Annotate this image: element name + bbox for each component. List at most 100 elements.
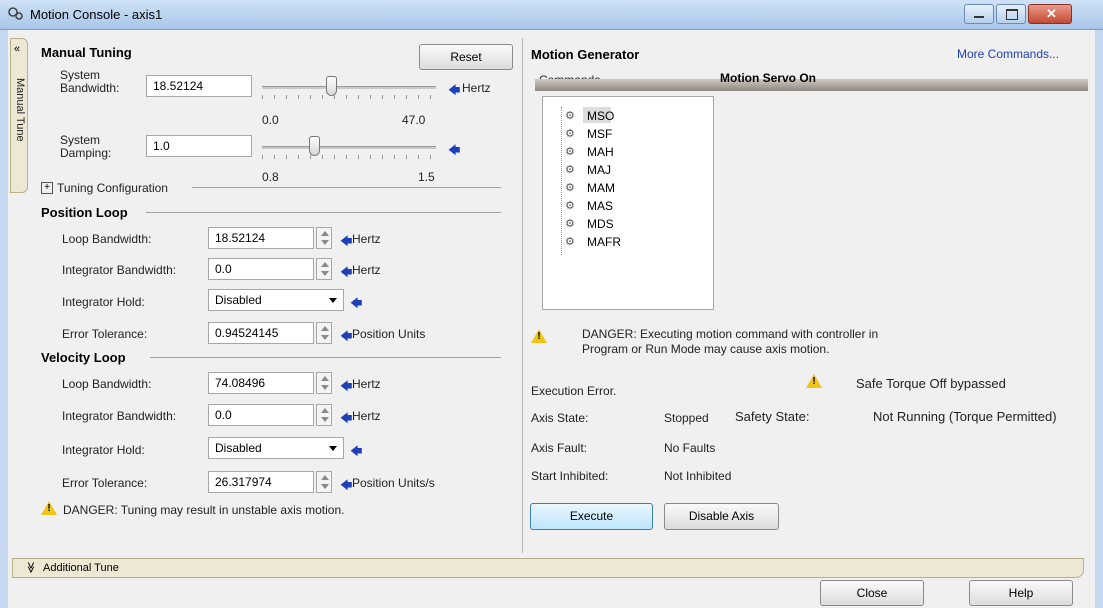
position-loop-bandwidth-unit: Hertz — [352, 232, 381, 246]
velocity-loop-bandwidth-input[interactable]: 74.08496 — [208, 372, 314, 394]
maximize-button[interactable] — [996, 4, 1026, 24]
chevron-down-icon — [329, 298, 337, 303]
position-integrator-hold-value: Disabled — [215, 293, 262, 307]
commands-tree[interactable]: ⚙ MSO ⚙ MSF ⚙ MAH ⚙ MAJ ⚙ MAM ⚙ MAS ⚙ MD… — [542, 96, 714, 310]
position-error-tolerance-input[interactable]: 0.94524145 — [208, 322, 314, 344]
arrow-icon: 🡄 — [448, 83, 461, 97]
position-integrator-hold-select[interactable]: Disabled — [208, 289, 344, 311]
collapse-icon[interactable]: « — [14, 43, 20, 55]
position-integrator-bandwidth-unit: Hertz — [352, 263, 381, 277]
command-item-mah[interactable]: MAH — [587, 145, 614, 159]
arrow-icon: 🡄 — [340, 265, 353, 279]
panel-divider — [522, 38, 523, 553]
expand-icon[interactable]: + — [41, 182, 53, 194]
window-frame-right — [1095, 30, 1103, 608]
velocity-error-tolerance-label: Error Tolerance: — [62, 476, 148, 490]
maximize-icon — [1006, 9, 1018, 20]
minimize-icon — [974, 16, 984, 18]
tree-line — [561, 107, 563, 255]
expand-down-icon: ≫ — [24, 561, 37, 574]
command-item-mds[interactable]: MDS — [587, 217, 614, 231]
system-bandwidth-input[interactable]: 18.52124 — [146, 75, 252, 97]
additional-tune-tab[interactable]: ≫ Additional Tune — [12, 558, 1084, 578]
velocity-error-tolerance-spinner[interactable] — [316, 471, 332, 493]
help-button[interactable]: Help — [969, 580, 1073, 606]
divider — [146, 212, 501, 213]
velocity-integrator-bandwidth-spinner[interactable] — [316, 404, 332, 426]
reset-button[interactable]: Reset — [419, 44, 513, 70]
command-item-mso[interactable]: MSO — [587, 109, 614, 123]
divider — [192, 187, 501, 188]
disable-axis-button[interactable]: Disable Axis — [664, 503, 779, 530]
command-icon: ⚙ — [565, 200, 575, 212]
safe-torque-text: Safe Torque Off bypassed — [856, 376, 1006, 391]
damping-max-label: 1.5 — [418, 170, 435, 184]
manual-tuning-header: Manual Tuning — [41, 45, 132, 60]
command-item-maj[interactable]: MAJ — [587, 163, 611, 177]
velocity-integrator-hold-label: Integrator Hold: — [62, 443, 145, 457]
command-item-mafr[interactable]: MAFR — [587, 235, 621, 249]
manual-tune-side-tab[interactable]: « Manual Tune — [10, 38, 28, 193]
close-icon: ✕ — [1046, 6, 1057, 21]
window-frame-left — [0, 30, 8, 608]
position-loop-header: Position Loop — [41, 205, 128, 220]
command-icon: ⚙ — [565, 110, 575, 122]
more-commands-link[interactable]: More Commands... — [957, 47, 1059, 61]
bandwidth-min-label: 0.0 — [262, 113, 279, 127]
velocity-integrator-bandwidth-input[interactable]: 0.0 — [208, 404, 314, 426]
motion-danger-text: DANGER: Executing motion command with co… — [582, 327, 879, 356]
chevron-down-icon — [329, 446, 337, 451]
command-item-msf[interactable]: MSF — [587, 127, 612, 141]
execute-button[interactable]: Execute — [530, 503, 653, 530]
arrow-icon: 🡄 — [340, 379, 353, 393]
velocity-integrator-hold-select[interactable]: Disabled — [208, 437, 344, 459]
arrow-icon: 🡄 — [340, 234, 353, 248]
system-damping-slider-track[interactable] — [262, 146, 436, 149]
velocity-loop-header: Velocity Loop — [41, 350, 126, 365]
position-error-tolerance-label: Error Tolerance: — [62, 327, 148, 341]
system-damping-slider-ticks — [262, 155, 436, 159]
warning-icon: ! — [41, 501, 57, 515]
close-button[interactable]: Close — [820, 580, 924, 606]
arrow-icon: 🡄 — [350, 444, 363, 458]
system-damping-input[interactable]: 1.0 — [146, 135, 252, 157]
title-bar — [0, 0, 1103, 30]
motion-console-icon — [8, 6, 24, 22]
velocity-error-tolerance-input[interactable]: 26.317974 — [208, 471, 314, 493]
tuning-configuration-link[interactable]: Tuning Configuration — [57, 181, 168, 195]
divider — [150, 357, 501, 358]
position-loop-bandwidth-spinner[interactable] — [316, 227, 332, 249]
axis-fault-label: Axis Fault: — [531, 441, 588, 455]
safety-state-label: Safety State: — [735, 409, 810, 424]
additional-tune-label: Additional Tune — [43, 562, 119, 574]
velocity-error-tolerance-unit: Position Units/s — [352, 476, 435, 490]
position-integrator-bandwidth-input[interactable]: 0.0 — [208, 258, 314, 280]
execution-error-label: Execution Error. — [531, 384, 617, 398]
start-inhibited-label: Start Inhibited: — [531, 469, 609, 483]
position-loop-bandwidth-input[interactable]: 18.52124 — [208, 227, 314, 249]
velocity-loop-bandwidth-unit: Hertz — [352, 377, 381, 391]
arrow-icon: 🡄 — [350, 296, 363, 310]
axis-state-value: Stopped — [664, 411, 709, 425]
arrow-icon: 🡄 — [340, 411, 353, 425]
command-icon: ⚙ — [565, 128, 575, 140]
command-item-mam[interactable]: MAM — [587, 181, 615, 195]
close-window-button[interactable]: ✕ — [1028, 4, 1072, 24]
axis-fault-value: No Faults — [664, 441, 716, 455]
system-bandwidth-unit: Hertz — [462, 81, 491, 95]
command-icon: ⚙ — [565, 218, 575, 230]
system-bandwidth-slider-track[interactable] — [262, 86, 436, 89]
command-icon: ⚙ — [565, 164, 575, 176]
system-damping-slider-thumb[interactable] — [309, 136, 320, 156]
position-integrator-bandwidth-spinner[interactable] — [316, 258, 332, 280]
velocity-loop-bandwidth-spinner[interactable] — [316, 372, 332, 394]
system-bandwidth-slider-thumb[interactable] — [326, 76, 337, 96]
safety-state-value: Not Running (Torque Permitted) — [873, 409, 1057, 424]
velocity-loop-bandwidth-label: Loop Bandwidth: — [62, 377, 152, 391]
position-error-tolerance-unit: Position Units — [352, 327, 426, 341]
minimize-button[interactable] — [964, 4, 994, 24]
velocity-integrator-bandwidth-unit: Hertz — [352, 409, 381, 423]
system-bandwidth-label: System Bandwidth: — [60, 68, 120, 95]
command-item-mas[interactable]: MAS — [587, 199, 613, 213]
position-error-tolerance-spinner[interactable] — [316, 322, 332, 344]
